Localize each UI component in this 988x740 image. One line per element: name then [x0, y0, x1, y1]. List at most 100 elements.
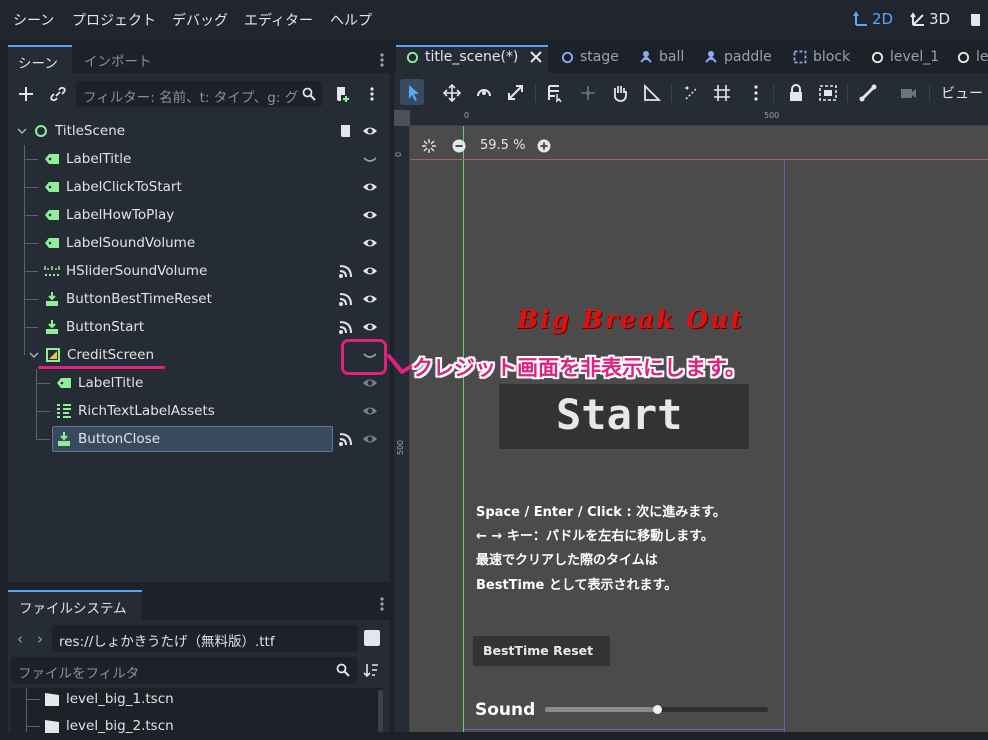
- lock-icon[interactable]: [785, 83, 807, 103]
- ruler-corner: [394, 110, 410, 126]
- rotate-icon[interactable]: [473, 83, 495, 103]
- tab-import[interactable]: インポート: [84, 50, 152, 70]
- link-icon[interactable]: [50, 86, 66, 102]
- visibility-eye-icon[interactable]: [362, 235, 378, 251]
- visibility-closed-icon[interactable]: [362, 151, 378, 167]
- file-filter-input[interactable]: ファイルをフィルタ: [11, 657, 357, 684]
- ruler-icon[interactable]: [641, 83, 663, 103]
- tree-item-labelhowtoplay[interactable]: LabelHowToPlay: [44, 201, 174, 229]
- sound-slider-grabber[interactable]: [652, 705, 662, 714]
- signal-icon[interactable]: [338, 431, 354, 447]
- zoom-level[interactable]: 59.5 %: [480, 138, 525, 153]
- tree-item-credit-labeltitle[interactable]: LabelTitle: [56, 369, 143, 397]
- visibility-eye-icon[interactable]: [362, 319, 378, 335]
- list-select-icon[interactable]: [545, 83, 567, 103]
- snap-options-icon[interactable]: [745, 83, 767, 103]
- close-tab-icon[interactable]: [530, 51, 543, 63]
- visibility-eye-icon[interactable]: [362, 263, 378, 279]
- sort-icon[interactable]: [363, 662, 379, 678]
- file-item[interactable]: level_big_1.tscn: [44, 685, 174, 713]
- signal-icon[interactable]: [338, 319, 354, 335]
- back-arrow-icon[interactable]: ‹: [17, 630, 23, 648]
- editor-tab-paddle[interactable]: paddle: [704, 49, 772, 65]
- zoom-in-icon[interactable]: [537, 139, 551, 153]
- visibility-eye-dim-icon[interactable]: [362, 403, 378, 419]
- besttime-reset-button[interactable]: BestTime Reset: [473, 636, 610, 666]
- path-field[interactable]: res://しょかきうたげ（無料版）.ttf: [52, 625, 358, 652]
- tree-item-labeltitle[interactable]: LabelTitle: [44, 145, 131, 173]
- tree-item-buttonbesttimereset[interactable]: ButtonBestTimeReset: [44, 285, 212, 313]
- menu-debug[interactable]: デバッグ: [172, 10, 228, 30]
- sound-label: Sound: [475, 700, 536, 720]
- scene-file-icon: [45, 693, 59, 706]
- game-start-button[interactable]: Start: [499, 384, 749, 449]
- visibility-eye-icon[interactable]: [362, 291, 378, 307]
- tree-item-richtextlabelassets[interactable]: RichTextLabelAssets: [56, 397, 215, 425]
- visibility-eye-icon[interactable]: [362, 179, 378, 195]
- editor-tab-block[interactable]: block: [793, 49, 850, 65]
- move-icon[interactable]: [441, 83, 463, 103]
- editor-tab-title-scene[interactable]: title_scene(*): [406, 49, 543, 65]
- filesystem-menu-icon[interactable]: [380, 596, 384, 612]
- script-mode-button[interactable]: [968, 12, 984, 28]
- center-view-icon[interactable]: [421, 138, 437, 154]
- sound-slider-fill: [545, 707, 657, 712]
- tree-item-buttonstart[interactable]: ButtonStart: [44, 313, 144, 341]
- menu-project[interactable]: プロジェクト: [72, 10, 156, 30]
- pan-hand-icon[interactable]: [609, 83, 631, 103]
- pivot-icon[interactable]: [577, 83, 599, 103]
- group-icon[interactable]: [817, 83, 839, 103]
- signal-icon[interactable]: [338, 291, 354, 307]
- howto-line: Space / Enter / Click : 次に進みます。: [476, 505, 726, 520]
- y-axis-line: [463, 126, 464, 732]
- sound-slider[interactable]: [545, 705, 768, 714]
- view-menu[interactable]: ビュー: [941, 83, 983, 103]
- file-list-scrollbar[interactable]: [378, 690, 383, 732]
- collapse-arrow-icon[interactable]: [17, 123, 27, 139]
- editor-tab-stage[interactable]: stage: [561, 49, 619, 65]
- menu-editor[interactable]: エディター: [244, 10, 313, 30]
- character-body-icon: [705, 51, 717, 63]
- mode-3d-button[interactable]: 3D: [910, 10, 950, 28]
- editor-tab-le[interactable]: le: [957, 49, 988, 65]
- add-node-icon[interactable]: [17, 85, 35, 103]
- bone-icon[interactable]: [857, 83, 879, 103]
- mode-2d-button[interactable]: 2D: [853, 10, 893, 28]
- split-mode-icon[interactable]: [364, 630, 380, 646]
- tree-item-creditscreen[interactable]: CreditScreen: [29, 341, 154, 369]
- scene-filter-input[interactable]: フィルター: 名前、t: タイプ、g: グ: [76, 81, 322, 107]
- tab-scene[interactable]: シーン: [8, 45, 72, 73]
- node-icon: [871, 51, 884, 63]
- tree-item-hslidersoundvolume[interactable]: HSliderSoundVolume: [44, 257, 207, 285]
- tree-item-buttonclose[interactable]: ButtonClose: [56, 425, 160, 453]
- tree-item-labelsoundvolume[interactable]: LabelSoundVolume: [44, 229, 195, 257]
- attach-script-icon[interactable]: [333, 85, 351, 103]
- menu-help[interactable]: ヘルプ: [330, 10, 372, 30]
- viewport-bound-line: [784, 159, 785, 732]
- forward-arrow-icon[interactable]: ›: [37, 630, 43, 648]
- dock-menu-icon[interactable]: [380, 52, 384, 68]
- file-item[interactable]: level_big_2.tscn: [44, 712, 174, 740]
- grid-snap-icon[interactable]: [711, 83, 733, 103]
- visibility-eye-icon[interactable]: [362, 207, 378, 223]
- collapse-arrow-icon[interactable]: [29, 347, 39, 363]
- scale-icon[interactable]: [505, 83, 527, 103]
- select-cursor-icon[interactable]: [403, 83, 425, 103]
- visibility-eye-dim-icon[interactable]: [362, 375, 378, 391]
- menu-scene[interactable]: シーン: [13, 10, 54, 30]
- smart-snap-icon[interactable]: [681, 83, 703, 103]
- editor-tab-level-1[interactable]: level_1: [871, 49, 939, 65]
- tab-filesystem[interactable]: ファイルシステム: [8, 590, 142, 620]
- tree-item-labelclicktostart[interactable]: LabelClickToStart: [44, 173, 182, 201]
- x-axis-line: [410, 159, 988, 160]
- camera-icon[interactable]: [897, 83, 919, 103]
- signal-icon[interactable]: [338, 263, 354, 279]
- tree-item-titlescene[interactable]: TitleScene: [17, 117, 125, 145]
- menu-bar: シーン プロジェクト デバッグ エディター ヘルプ 2D 3D: [0, 0, 988, 40]
- scene-menu-icon[interactable]: [370, 86, 374, 102]
- editor-tab-ball[interactable]: ball: [639, 49, 684, 65]
- visibility-eye-dim-icon[interactable]: [362, 431, 378, 447]
- zoom-out-icon[interactable]: [452, 139, 466, 153]
- visibility-eye-icon[interactable]: [362, 123, 378, 139]
- script-icon[interactable]: [338, 123, 354, 139]
